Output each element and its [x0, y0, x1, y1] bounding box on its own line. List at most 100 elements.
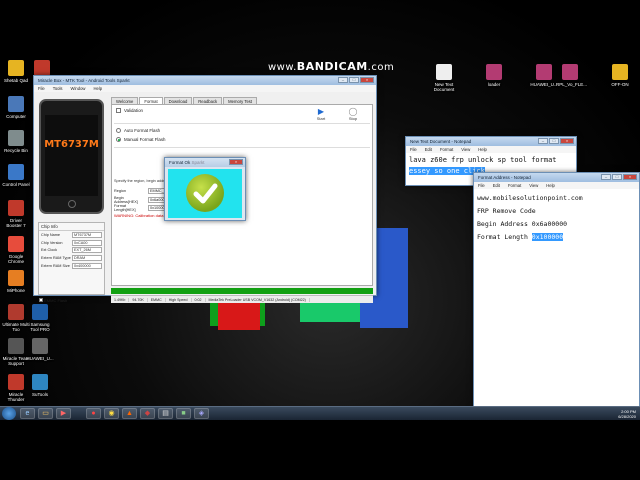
desktop-icon[interactable]: MiPhone	[2, 270, 30, 293]
desktop-icon-label: Computer	[6, 114, 26, 119]
selected-length: 0x100000	[531, 233, 564, 241]
desktop-icon[interactable]: New Text Document	[430, 64, 458, 92]
desktop-icon[interactable]: RPL_Vo_FLE...	[556, 64, 588, 87]
success-check-icon	[186, 174, 224, 212]
chip-info-value[interactable]: 0x400000	[72, 263, 102, 270]
menu-item[interactable]: Help	[478, 146, 487, 153]
menu-item[interactable]: Format	[440, 146, 453, 153]
desktop-icon[interactable]: loader	[480, 64, 508, 87]
menu-item[interactable]: File	[410, 146, 417, 153]
menu-item[interactable]: Help	[93, 85, 102, 92]
chip-info-value[interactable]: DRAM	[72, 255, 102, 262]
tool-titlebar[interactable]: Miracle Box - MTK Tool - Android Tools S…	[34, 76, 376, 85]
menu-item[interactable]: View	[529, 182, 538, 189]
desktop-icon-label: loader	[487, 82, 501, 87]
desktop-icon[interactable]: Shetab Qad	[2, 60, 30, 83]
vlc-icon[interactable]: ▲	[122, 408, 137, 419]
menu-item[interactable]: Edit	[493, 182, 500, 189]
desktop-icon[interactable]: Driver Booster 7	[2, 200, 30, 228]
status-cell: EMMC	[148, 297, 166, 302]
chip-info-row: Extern RAM Size 0x400000	[39, 262, 104, 270]
notepad1-titlebar[interactable]: New Text Document - Notepad – □ ×	[406, 137, 576, 146]
dialog-close-button[interactable]: ×	[229, 159, 243, 165]
desktop-icon[interactable]: Samsung Tool PRO	[26, 304, 54, 332]
stop-button[interactable]: ◯ Stop	[345, 107, 361, 121]
miracle-icon[interactable]: ◆	[140, 408, 155, 419]
np2-maximize-button[interactable]: □	[612, 174, 622, 180]
menu-item[interactable]: Format	[508, 182, 521, 189]
chip-info-value[interactable]: MT6737M	[72, 231, 102, 238]
system-tray[interactable]: 2:00 PM 6/28/2020	[618, 407, 636, 419]
app-icon	[8, 304, 24, 320]
app-icon	[8, 236, 24, 252]
record-icon[interactable]: ●	[86, 408, 101, 419]
doc-icon[interactable]: ▤	[158, 408, 173, 419]
np2-minimize-button[interactable]: –	[601, 174, 611, 180]
menu-item[interactable]: File	[478, 182, 485, 189]
np1-close-button[interactable]: ×	[560, 138, 574, 144]
np1-maximize-button[interactable]: □	[549, 138, 559, 144]
taskbar: e ▭ ▶ ● ◉ ▲ ◆ ▤ ■ ◈ 2:00 PM 6/28/2020	[0, 406, 640, 420]
maximize-button[interactable]: □	[349, 77, 359, 83]
dialog-titlebar[interactable]: Format Ok Sparkt ×	[165, 158, 245, 167]
menu-item[interactable]: Tools	[53, 85, 63, 92]
desktop-icon-label: Recycle Bin	[4, 148, 28, 153]
chip-info-label: Extern RAM Size	[41, 264, 70, 269]
folder-icon[interactable]: ▭	[38, 408, 53, 419]
menu-item[interactable]: View	[461, 146, 470, 153]
app-icon	[8, 60, 24, 76]
menu-item[interactable]: Help	[546, 182, 555, 189]
format-field-label: Region	[114, 189, 127, 194]
chrome-icon[interactable]: ◉	[104, 408, 119, 419]
desktop-icon[interactable]: OFF-ON	[606, 64, 634, 87]
np2-close-button[interactable]: ×	[623, 174, 637, 180]
letterbox-bottom	[0, 420, 640, 480]
chip-info-header: Chip Info	[39, 223, 104, 231]
tool-title: Miracle Box - MTK Tool - Android Tools S…	[38, 78, 130, 83]
ie-icon[interactable]: e	[20, 408, 35, 419]
chip-info-row: Chip Name MT6737M	[39, 231, 104, 239]
validation-checkbox[interactable]: Validation	[116, 108, 143, 113]
menu-item[interactable]: Edit	[425, 146, 432, 153]
chip-info-panel: Chip Info Chip Name MT6737M Chip Version 0x…	[38, 222, 105, 295]
desktop-icon-label: RPL_Vo_FLE...	[556, 82, 588, 87]
start-button[interactable]: ▶ Start	[313, 107, 329, 121]
desktop-icon[interactable]: Google Chrome	[2, 236, 30, 264]
status-row: 1.49Kb 94.70K EMMC High Speed 0:02 MediaTek P…	[111, 295, 373, 303]
app-icon	[32, 338, 48, 354]
desktop-icon[interactable]: Computer	[2, 96, 30, 119]
app-icon	[8, 200, 24, 216]
phone-model: MT6737M	[44, 139, 99, 150]
app-icon[interactable]: ■	[176, 408, 191, 419]
notepad1-menubar: File Edit Format View Help	[406, 146, 576, 153]
windows-info: Test Mode Windows 7 Build 7601	[618, 388, 638, 403]
tool-icon[interactable]: ◈	[194, 408, 209, 419]
desktop-icon[interactable]: SuTools	[26, 374, 54, 397]
menu-item[interactable]: File	[38, 85, 45, 92]
play-icon: ▶	[317, 107, 325, 116]
np1-minimize-button[interactable]: –	[538, 138, 548, 144]
spec-text: Specify the region, begin addres	[114, 179, 169, 183]
calibration-warning: WARNING: Calibration data	[114, 212, 164, 218]
notepad2-text[interactable]: www.mobilesolutionpoint.com FRP Remove C…	[474, 189, 639, 247]
format-field-label: Format Length[HEX]	[114, 204, 136, 213]
tray-date: 6/28/2020	[618, 414, 636, 419]
start-button[interactable]	[2, 407, 16, 420]
notepad2-titlebar[interactable]: Format Address - Notepad – □ ×	[474, 173, 639, 182]
desktop-icon[interactable]: Recycle Bin	[2, 130, 30, 153]
close-button[interactable]: ×	[360, 77, 374, 83]
minimize-button[interactable]: –	[338, 77, 348, 83]
desktop-icon[interactable]: HUAWEI_U...	[530, 64, 558, 87]
auto-format-radio[interactable]: Auto Format Flash	[116, 128, 160, 133]
desktop-icon[interactable]: HUAWEI_U...	[26, 338, 54, 361]
chip-info-label: Chip Version	[41, 240, 63, 245]
emmc-flash-label[interactable]: EMMC Flash	[39, 298, 67, 303]
desktop-icon[interactable]: Control Panel	[2, 164, 30, 187]
chip-info-value[interactable]: EXT_26M	[72, 247, 102, 254]
manual-format-radio[interactable]: Manual Format Flash	[116, 137, 165, 142]
media-icon[interactable]: ▶	[56, 408, 71, 419]
menu-item[interactable]: Window	[71, 85, 86, 92]
chip-info-row: Extern RAM Type DRAM	[39, 254, 104, 262]
app-icon	[8, 96, 24, 112]
chip-info-value[interactable]: 0xCA00	[72, 239, 102, 246]
